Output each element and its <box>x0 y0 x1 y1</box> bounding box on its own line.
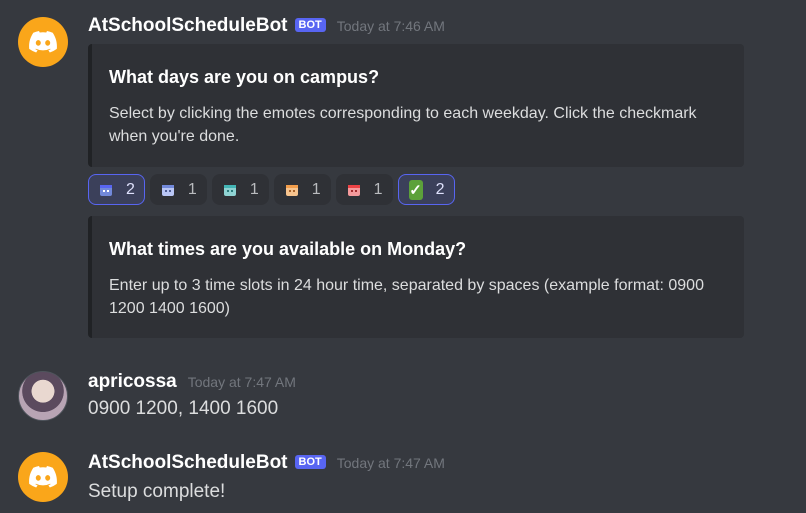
bot-avatar[interactable] <box>18 452 68 502</box>
author-name[interactable]: apricossa <box>88 371 177 393</box>
message-header: AtSchoolScheduleBot BOT Today at 7:46 AM <box>88 15 445 37</box>
user-avatar[interactable] <box>18 371 68 421</box>
calendar-purple-icon <box>100 184 112 196</box>
reaction-calendar-purple[interactable]: 2 <box>88 174 145 205</box>
message-header: AtSchoolScheduleBot BOT Today at 7:47 AM <box>88 452 445 474</box>
bot-badge: BOT <box>294 18 326 32</box>
bot-avatar[interactable] <box>18 17 68 67</box>
message-header: apricossa Today at 7:47 AM <box>88 371 296 393</box>
calendar-orange-icon <box>285 184 298 196</box>
discord-logo-icon <box>29 31 57 53</box>
reaction-bar: 2 1 1 1 1 ✓ 2 <box>88 174 455 205</box>
calendar-teal-icon <box>223 184 236 196</box>
embed-days: What days are you on campus? Select by c… <box>88 44 744 167</box>
reaction-calendar-blue[interactable]: 1 <box>149 174 207 205</box>
author-name[interactable]: AtSchoolScheduleBot <box>88 15 288 37</box>
reaction-count: 1 <box>373 180 383 198</box>
message-timestamp[interactable]: Today at 7:46 AM <box>337 18 445 34</box>
reaction-count: 2 <box>435 180 445 198</box>
calendar-blue-icon <box>161 184 174 196</box>
check-mark-icon: ✓ <box>408 179 423 200</box>
embed-description: Select by clicking the emotes correspond… <box>109 105 697 145</box>
reaction-calendar-teal[interactable]: 1 <box>211 174 269 205</box>
calendar-red-icon <box>347 184 360 196</box>
author-name[interactable]: AtSchoolScheduleBot <box>88 452 288 474</box>
discord-logo-icon <box>29 466 57 488</box>
message-timestamp[interactable]: Today at 7:47 AM <box>337 455 445 471</box>
embed-times: What times are you available on Monday? … <box>88 216 744 338</box>
message-content: 0900 1200, 1400 1600 <box>88 398 279 419</box>
message-content: Setup complete! <box>88 481 226 502</box>
reaction-count: 1 <box>187 180 197 198</box>
reaction-check-mark[interactable]: ✓ 2 <box>397 174 455 205</box>
message-timestamp[interactable]: Today at 7:47 AM <box>188 374 296 390</box>
embed-description: Enter up to 3 time slots in 24 hour time… <box>109 277 704 317</box>
embed-title: What times are you available on Monday? <box>109 239 467 259</box>
reaction-calendar-red[interactable]: 1 <box>335 174 393 205</box>
reaction-calendar-orange[interactable]: 1 <box>273 174 331 205</box>
bot-badge: BOT <box>294 455 326 469</box>
embed-title: What days are you on campus? <box>109 67 380 87</box>
reaction-count: 1 <box>249 180 259 198</box>
reaction-count: 1 <box>311 180 321 198</box>
reaction-count: 2 <box>126 180 135 198</box>
